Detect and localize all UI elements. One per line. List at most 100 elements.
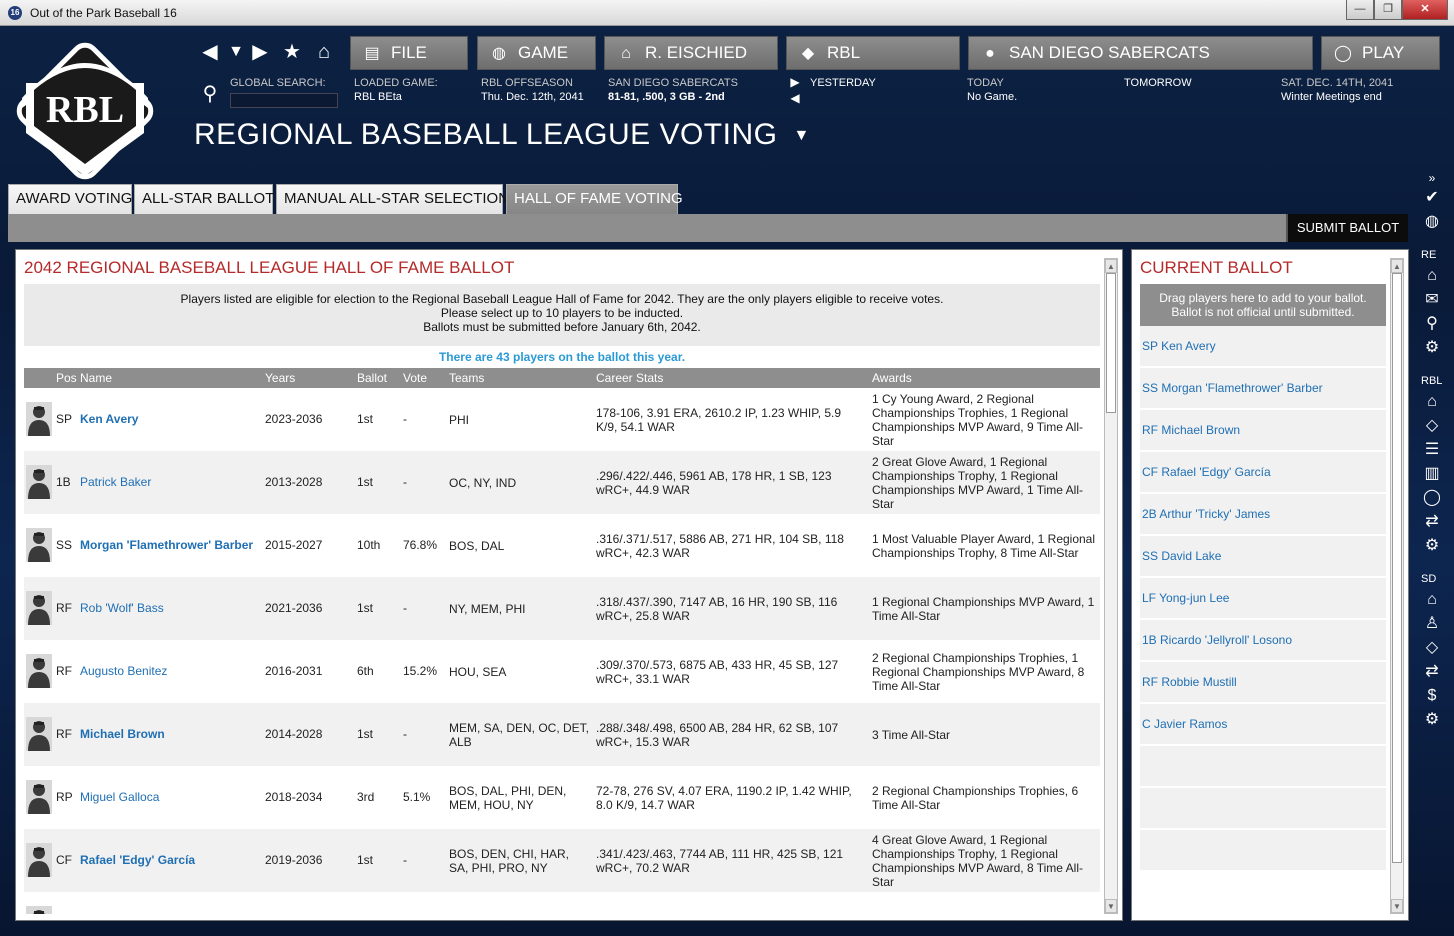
scroll-down-icon[interactable]: ▼ [1105,899,1117,913]
play-button[interactable]: ◯ PLAY [1321,36,1440,70]
title-bar: 16 Out of the Park Baseball 16 — ❐ ✕ [0,0,1454,26]
minimize-button[interactable]: — [1346,0,1374,20]
scroll-thumb[interactable] [1392,273,1402,863]
check-icon[interactable]: ✔ [1422,188,1442,208]
ballot-slot[interactable]: SS David Lake [1140,536,1386,576]
settings-icon[interactable]: ⚙ [1422,710,1442,730]
player-position: CF [56,853,72,867]
scroll-thumb[interactable] [1106,273,1116,413]
scroll-up-icon[interactable]: ▲ [1391,259,1403,273]
home-icon[interactable]: ⌂ [1422,266,1442,286]
home-icon[interactable]: ⌂ [312,38,336,66]
history-dropdown-icon[interactable]: ▼ [224,38,248,66]
player-name[interactable]: Ken Avery [80,412,138,426]
ballot-slot[interactable]: RF Michael Brown [1140,410,1386,450]
league-logo[interactable]: RBL [12,38,158,184]
league-menu-button[interactable]: ◆ RBL [786,36,960,70]
player-name[interactable]: Morgan 'Flamethrower' Barber [80,538,253,552]
col-posname[interactable]: Pos Name [56,371,112,385]
search-icon[interactable]: ⚲ [1422,314,1442,334]
list-icon[interactable]: ☰ [1422,440,1442,460]
home-icon[interactable]: ⌂ [1422,590,1442,610]
player-vote-pct: 76.8% [403,538,438,552]
ballot-drop-zone[interactable]: Drag players here to add to your ballot.… [1140,284,1386,326]
player-awards: 2 Great Glove Award, 1 Regional Champion… [872,454,1083,511]
player-name[interactable]: Rafael 'Edgy' García [80,853,195,867]
ballot-scrollbar[interactable]: ▲ ▼ [1104,258,1118,914]
table-row[interactable]: SS Morgan 'Flamethrower' Barber 2015-2027 1… [24,514,1100,577]
search-input[interactable] [230,93,338,108]
table-row[interactable]: RF Rob 'Wolf' Bass 2021-2036 1st - NY, MEM, P… [24,577,1100,640]
table-row[interactable]: RP Miguel Galloca 2018-2034 3rd 5.1% BOS, DAL… [24,766,1100,829]
current-date[interactable]: RBL OFFSEASON Thu. Dec. 12th, 2041 [481,76,584,104]
team-logo-icon: ● [985,45,995,62]
search-icon[interactable]: ⚲ [198,80,222,108]
table-row[interactable]: RF Michael Brown 2014-2028 1st - MEM, SA, DEN… [24,703,1100,766]
col-teams[interactable]: Teams [449,371,484,385]
bar-chart-icon[interactable]: ▥ [1422,464,1442,484]
prev-day-icon[interactable]: ◀ [788,90,802,106]
ballot-slot[interactable]: RF Robbie Mustill [1140,662,1386,702]
ballot-slot[interactable] [1140,830,1386,870]
tab-manual-all-star[interactable]: MANUAL ALL-STAR SELECTION [276,184,509,214]
favorite-star-icon[interactable]: ★ [280,38,304,66]
player-name[interactable]: Patrick Baker [80,475,151,489]
forward-arrow-icon[interactable]: ▶ [248,38,272,66]
transfer-icon[interactable]: ⇄ [1422,512,1442,532]
ballot-slot[interactable]: 2B Arthur 'Tricky' James [1140,494,1386,534]
team-record[interactable]: SAN DIEGO SABERCATS 81-81, .500, 3 GB - … [608,76,738,104]
globe-icon[interactable]: ◍ [1422,212,1442,232]
table-row[interactable]: SP Ken Avery 2023-2036 1st - PHI 178-106, 3.91… [24,388,1100,451]
intro-line-2: Please select up to 10 players to be ind… [440,306,684,320]
player-name[interactable]: Augusto Benitez [80,664,167,678]
home-icon[interactable]: ⌂ [1422,392,1442,412]
col-awards[interactable]: Awards [872,371,912,385]
diamond-icon[interactable]: ◇ [1422,638,1442,658]
settings-icon[interactable]: ⚙ [1422,338,1442,358]
next-day-icon[interactable]: ▶ [788,74,802,90]
ballot-slot[interactable]: C Javier Ramos [1140,704,1386,744]
ballot-slot[interactable]: CF Rafael 'Edgy' García [1140,452,1386,492]
tab-award-voting[interactable]: AWARD VOTING [8,184,132,214]
dollar-icon[interactable]: $ [1422,686,1442,706]
diamond-icon[interactable]: ◇ [1422,416,1442,436]
ballot-slot[interactable] [1140,788,1386,828]
title-dropdown-icon[interactable]: ▼ [793,127,809,144]
scroll-up-icon[interactable]: ▲ [1105,259,1117,273]
settings-icon[interactable]: ⚙ [1422,536,1442,556]
ballot-slot[interactable] [1140,746,1386,786]
col-stats[interactable]: Career Stats [596,371,663,385]
ballot-slot[interactable]: SP Ken Avery [1140,326,1386,366]
tab-hall-of-fame-voting[interactable]: HALL OF FAME VOTING [506,184,683,214]
tab-all-star-ballot[interactable]: ALL-STAR BALLOT [134,184,274,214]
player-name[interactable]: Michael Brown [80,727,165,741]
player-name[interactable]: Miguel Galloca [80,790,159,804]
roster-icon[interactable]: ♙ [1422,614,1442,634]
player-name[interactable]: Rob 'Wolf' Bass [80,601,164,615]
submit-ballot-button[interactable]: SUBMIT BALLOT [1286,214,1408,242]
baseball-icon[interactable]: ◯ [1422,488,1442,508]
file-menu-button[interactable]: ▤ FILE [350,36,468,70]
table-row[interactable]: CHI, VAN, HAR, SEA .298/.381/.510, 7273 A… [24,892,1100,914]
table-row[interactable]: 1B Patrick Baker 2013-2028 1st - OC, NY, IND.… [24,451,1100,514]
back-arrow-icon[interactable]: ◀ [198,38,222,66]
ballot-slot[interactable]: 1B Ricardo 'Jellyroll' Losono [1140,620,1386,660]
ballot-slot[interactable]: SS Morgan 'Flamethrower' Barber [1140,368,1386,408]
col-vote[interactable]: Vote [403,371,427,385]
current-ballot-scrollbar[interactable]: ▲ ▼ [1390,258,1404,914]
game-menu-button[interactable]: ◍ GAME [477,36,596,70]
transfer-icon[interactable]: ⇄ [1422,662,1442,682]
col-ballot[interactable]: Ballot [357,371,387,385]
team-menu-button[interactable]: ● SAN DIEGO SABERCATS [968,36,1313,70]
manager-menu-button[interactable]: ⌂ R. EISCHIED [604,36,778,70]
expand-icon[interactable]: » [1422,168,1442,188]
mail-icon[interactable]: ✉ [1422,290,1442,310]
table-row[interactable]: RF Augusto Benitez 2016-2031 6th 15.2% HOU, S… [24,640,1100,703]
player-career-stats: .288/.348/.498, 6500 AB, 284 HR, 62 SB, … [596,720,839,749]
scroll-down-icon[interactable]: ▼ [1391,899,1403,913]
table-row[interactable]: CF Rafael 'Edgy' García 2019-2036 1st - BOS, … [24,829,1100,892]
close-button[interactable]: ✕ [1402,0,1448,20]
maximize-button[interactable]: ❐ [1374,0,1402,20]
col-years[interactable]: Years [265,371,295,385]
ballot-slot[interactable]: LF Yong-jun Lee [1140,578,1386,618]
